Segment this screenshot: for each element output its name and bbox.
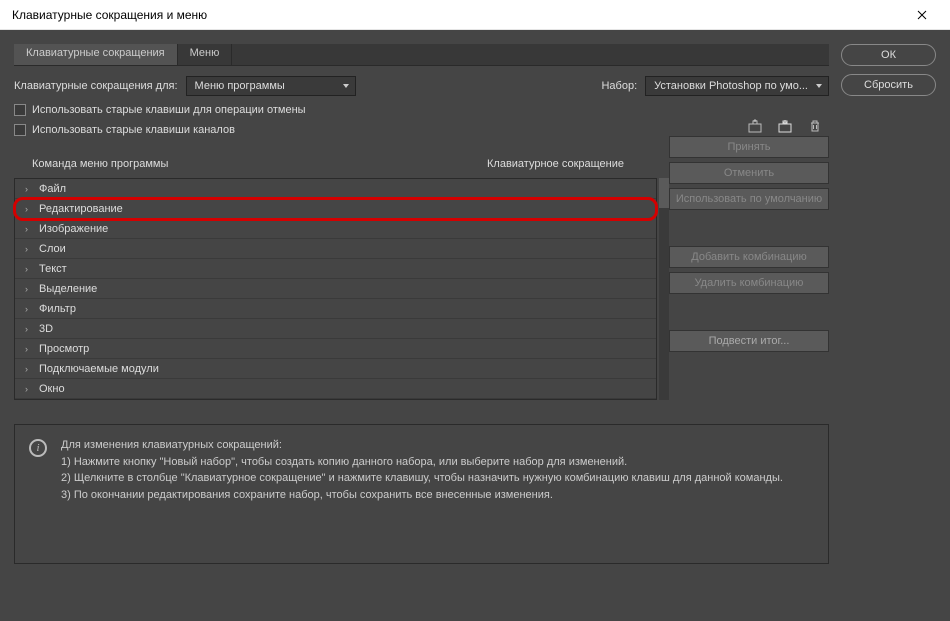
save-set-icon [777,119,793,133]
set-value: Установки Photoshop по умо... [654,80,808,92]
titlebar: Клавиатурные сокращения и меню [0,0,950,30]
checkbox-legacy-undo[interactable] [14,104,26,116]
scroll-thumb[interactable] [659,178,669,208]
header-command: Команда меню программы [14,158,487,170]
tabs: Клавиатурные сокращения Меню [14,44,829,66]
close-button[interactable] [902,1,942,29]
tree-item-label: Редактирование [39,203,123,215]
tree-item-label: Слои [39,243,66,255]
chevron-right-icon: › [25,244,33,254]
help-text: Для изменения клавиатурных сокращений: 1… [61,437,783,551]
tree-item[interactable]: › Окно [15,379,656,399]
chevron-right-icon: › [25,184,33,194]
chevron-right-icon: › [25,384,33,394]
tree-item-label: Фильтр [39,303,76,315]
command-tree: › Файл › Редактирование › Изображение › Слои › Те… [14,178,657,400]
tree-item-label: Изображение [39,223,108,235]
gap [669,214,829,242]
help-title: Для изменения клавиатурных сокращений: [61,437,783,454]
shortcuts-for-dropdown[interactable]: Меню программы [186,76,356,96]
middle-area: Команда меню программы Клавиатурное сокр… [14,136,829,400]
header-shortcut: Клавиатурное сокращение [487,158,657,170]
tree-item[interactable]: › Просмотр [15,339,656,359]
chevron-right-icon: › [25,284,33,294]
tree-item[interactable]: › Текст [15,259,656,279]
set-dropdown[interactable]: Установки Photoshop по умо... [645,76,829,96]
save-set-button[interactable] [775,116,795,136]
tree-item-label: 3D [39,323,53,335]
chevron-right-icon: › [25,324,33,334]
delete-set-button[interactable] [805,116,825,136]
tree-item-label: Текст [39,263,67,275]
help-line2: 2) Щелкните в столбце "Клавиатурное сокр… [61,470,783,487]
checkbox-legacy-undo-row: Использовать старые клавиши для операции… [14,104,829,116]
help-box: i Для изменения клавиатурных сокращений:… [14,424,829,564]
scrollbar[interactable] [659,178,669,400]
add-combo-button[interactable]: Добавить комбинацию [669,246,829,268]
tree-section: Команда меню программы Клавиатурное сокр… [14,136,657,400]
window-title: Клавиатурные сокращения и меню [12,8,207,22]
chevron-right-icon: › [25,224,33,234]
info-icon: i [29,439,47,457]
tree-item-label: Выделение [39,283,97,295]
new-set-button[interactable] [745,116,765,136]
tree-item[interactable]: › Изображение [15,219,656,239]
main-column: Клавиатурные сокращения Меню Клавиатурны… [0,44,829,607]
tree-area: › Файл › Редактирование › Изображение › Слои › Те… [14,178,657,400]
tree-item-label: Файл [39,183,66,195]
chevron-right-icon: › [25,204,33,214]
tree-item-label: Окно [39,383,65,395]
tab-shortcuts[interactable]: Клавиатурные сокращения [14,44,178,65]
chevron-right-icon: › [25,364,33,374]
set-label: Набор: [601,80,637,92]
side-column: ОК Сбросить [841,44,936,607]
ok-button[interactable]: ОК [841,44,936,66]
tree-item-label: Просмотр [39,343,89,355]
checkbox-legacy-undo-label: Использовать старые клавиши для операции… [32,104,306,116]
reset-button[interactable]: Сбросить [841,74,936,96]
close-icon [917,10,927,20]
tree-item[interactable]: › Редактирование [15,199,656,219]
help-line3: 3) По окончании редактирования сохраните… [61,487,783,504]
tree-item[interactable]: › Подключаемые модули [15,359,656,379]
tree-item[interactable]: › 3D [15,319,656,339]
new-set-icon [747,119,763,133]
column-headers: Команда меню программы Клавиатурное сокр… [14,154,657,174]
tree-item-label: Подключаемые модули [39,363,159,375]
undo-button[interactable]: Отменить [669,162,829,184]
controls-row: Клавиатурные сокращения для: Меню програ… [14,76,829,96]
tab-menus[interactable]: Меню [178,44,233,65]
tree-item[interactable]: › Слои [15,239,656,259]
accept-button[interactable]: Принять [669,136,829,158]
tree-item[interactable]: › Выделение [15,279,656,299]
dialog-window: Клавиатурные сокращения и меню Клавиатур… [0,0,950,621]
chevron-right-icon: › [25,304,33,314]
action-column: Принять Отменить Использовать по умолчан… [669,136,829,400]
dialog-body: Клавиатурные сокращения Меню Клавиатурны… [0,30,950,621]
tree-item[interactable]: › Файл [15,179,656,199]
icon-row [14,116,829,136]
chevron-right-icon: › [25,264,33,274]
use-default-button[interactable]: Использовать по умолчанию [669,188,829,210]
chevron-right-icon: › [25,344,33,354]
shortcuts-for-label: Клавиатурные сокращения для: [14,80,178,92]
help-line1: 1) Нажмите кнопку "Новый набор", чтобы с… [61,454,783,471]
summarize-button[interactable]: Подвести итог... [669,330,829,352]
shortcuts-for-value: Меню программы [195,80,285,92]
delete-combo-button[interactable]: Удалить комбинацию [669,272,829,294]
tree-item[interactable]: › Фильтр [15,299,656,319]
trash-icon [808,119,822,133]
gap2 [669,298,829,326]
